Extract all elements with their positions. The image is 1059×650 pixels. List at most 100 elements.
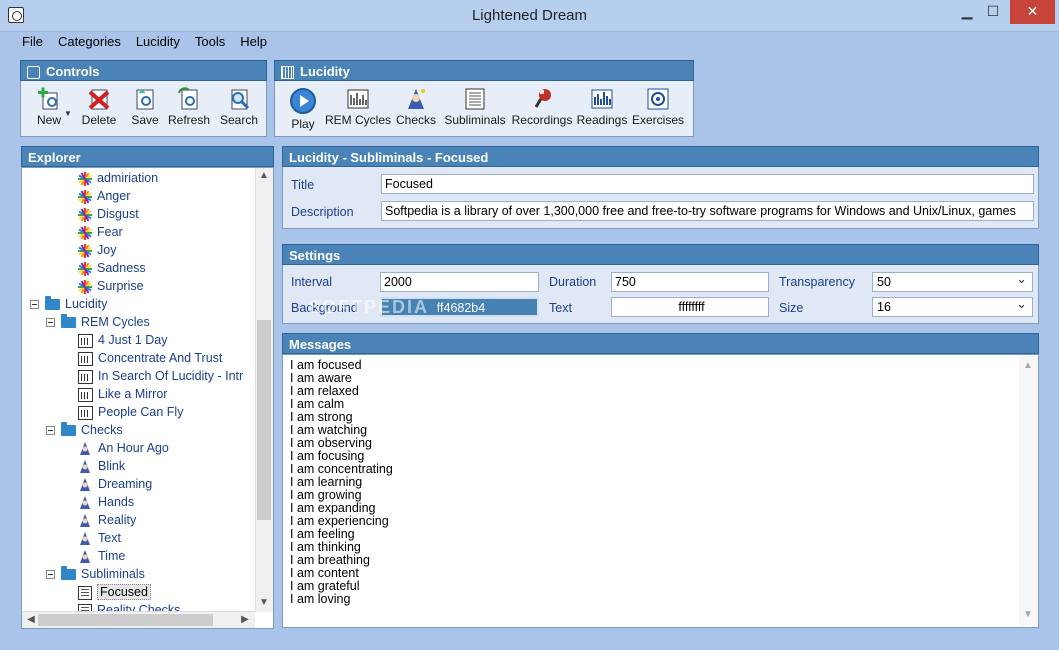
tree-item[interactable]: Anger <box>78 187 130 205</box>
collapse-toggle-icon[interactable] <box>46 570 55 580</box>
tree-item[interactable]: Disgust <box>78 205 139 223</box>
tree-item[interactable]: REM Cycles <box>46 313 150 331</box>
minimize-button[interactable]: ▁ <box>956 0 978 24</box>
scroll-up-icon[interactable]: ▲ <box>256 170 272 181</box>
tree-item-label: Checks <box>81 423 123 437</box>
tree-item[interactable]: Fear <box>78 223 123 241</box>
tree-item[interactable]: Hands <box>78 493 134 511</box>
collapse-toggle-icon[interactable] <box>30 300 39 310</box>
tree-item[interactable]: Reality <box>78 511 136 529</box>
tree-item-label: Hands <box>98 495 135 509</box>
checks-button[interactable]: Checks <box>395 87 437 127</box>
new-button[interactable]: New <box>29 87 69 127</box>
messages-textarea[interactable] <box>282 354 1039 628</box>
collapse-toggle-icon[interactable] <box>46 426 55 436</box>
collapse-toggle-icon[interactable] <box>46 318 55 328</box>
message-line: I am loving <box>290 592 351 606</box>
rem-cycles-button[interactable]: REM Cycles <box>325 87 391 127</box>
interval-input[interactable]: 2000 <box>380 272 539 292</box>
subliminals-button[interactable]: Subliminals <box>443 87 507 127</box>
save-button[interactable]: Save <box>125 87 165 127</box>
tree-item[interactable]: Sadness <box>78 259 146 277</box>
explorer-vertical-thumb[interactable] <box>257 320 271 520</box>
new-dropdown-icon[interactable]: ▼ <box>64 109 72 118</box>
tree-item[interactable]: Time <box>78 547 125 565</box>
duration-input[interactable]: 750 <box>611 272 769 292</box>
tree-item-label: Reality <box>98 513 137 527</box>
tree-item-label: Disgust <box>97 207 139 221</box>
recordings-button[interactable]: Recordings <box>511 87 573 127</box>
tree-item-label: Anger <box>97 189 131 203</box>
transparency-label: Transparency <box>779 275 855 289</box>
menu-lucidity[interactable]: Lucidity <box>136 34 180 49</box>
menu-categories[interactable]: Categories <box>58 34 121 49</box>
tree-item[interactable]: 4 Just 1 Day <box>78 331 167 349</box>
chart-icon <box>78 369 93 384</box>
refresh-label: Refresh <box>167 113 211 127</box>
star-icon <box>78 243 92 258</box>
menu-bar: File Categories Lucidity Tools Help <box>22 34 282 52</box>
size-select[interactable]: 16 <box>872 295 1033 317</box>
tree-item-label: Sadness <box>97 261 146 275</box>
close-button[interactable]: ✕ <box>1010 0 1055 24</box>
star-icon <box>78 225 92 240</box>
maximize-button[interactable]: ☐ <box>980 0 1006 24</box>
tree-item[interactable]: Lucidity <box>30 295 107 313</box>
transparency-select[interactable]: 50 <box>872 270 1033 292</box>
tree-item[interactable]: Focused <box>78 583 151 601</box>
messages-scroll-down-icon[interactable]: ▼ <box>1020 609 1036 620</box>
description-input[interactable]: Softpedia is a library of over 1,300,000… <box>381 201 1034 221</box>
scroll-left-icon[interactable]: ◀ <box>23 614 39 625</box>
tree-item[interactable]: Concentrate And Trust <box>78 349 222 367</box>
tree-item-label: Blink <box>98 459 126 473</box>
tree-item[interactable]: Joy <box>78 241 116 259</box>
menu-tools[interactable]: Tools <box>195 34 225 49</box>
tree-item-label: An Hour Ago <box>98 441 169 455</box>
tree-item[interactable]: Subliminals <box>46 565 145 583</box>
tree-item[interactable]: Text <box>78 529 121 547</box>
tree-item[interactable]: Like a Mirror <box>78 385 167 403</box>
tree-item[interactable]: Dreaming <box>78 475 152 493</box>
title-input[interactable]: Focused <box>381 174 1034 194</box>
folder-icon <box>61 566 76 581</box>
tree-item[interactable]: An Hour Ago <box>78 439 169 457</box>
tree-item[interactable]: People Can Fly <box>78 403 183 421</box>
controls-icon <box>27 66 40 80</box>
text-color-label: Text <box>549 301 572 315</box>
refresh-button[interactable]: Refresh <box>167 87 211 127</box>
menu-file[interactable]: File <box>22 34 43 49</box>
tree-item[interactable]: In Search Of Lucidity - Intr <box>78 367 243 385</box>
delete-button[interactable]: Delete <box>79 87 119 127</box>
play-button[interactable]: Play <box>285 87 321 131</box>
tree-item-label: Text <box>98 531 121 545</box>
menu-help[interactable]: Help <box>240 34 267 49</box>
tree-item[interactable]: admiriation <box>78 169 158 187</box>
tree-item[interactable]: Blink <box>78 457 125 475</box>
play-label: Play <box>291 117 315 131</box>
detail-header: Lucidity - Subliminals - Focused <box>282 146 1039 167</box>
folder-icon <box>61 422 76 437</box>
duration-label: Duration <box>549 275 597 289</box>
exercises-button[interactable]: Exercises <box>631 87 685 127</box>
messages-header: Messages <box>282 333 1039 354</box>
softpedia-watermark: SOFTPEDIA <box>308 297 430 317</box>
tree-item-label: Time <box>98 549 126 563</box>
scroll-down-icon[interactable]: ▼ <box>256 597 272 608</box>
tree-item[interactable]: Surprise <box>78 277 144 295</box>
text-color-input[interactable]: ffffffff <box>611 297 769 317</box>
folder-icon <box>61 314 76 329</box>
tree-item-label: REM Cycles <box>81 315 150 329</box>
readings-button[interactable]: Readings <box>575 87 629 127</box>
messages-vertical-scrollbar[interactable] <box>1019 356 1037 626</box>
tree-item[interactable]: Checks <box>46 421 123 439</box>
recordings-icon <box>534 89 551 108</box>
delete-label: Delete <box>81 113 117 127</box>
messages-scroll-up-icon[interactable]: ▲ <box>1020 360 1036 371</box>
controls-header: Controls <box>20 60 267 81</box>
wizard-icon <box>78 459 93 474</box>
scroll-right-icon[interactable]: ▶ <box>237 614 253 625</box>
tree-item-label: Joy <box>97 243 117 257</box>
search-button[interactable]: Search <box>217 87 261 127</box>
explorer-horizontal-thumb[interactable] <box>38 614 213 626</box>
maximize-icon: ☐ <box>986 3 1000 19</box>
